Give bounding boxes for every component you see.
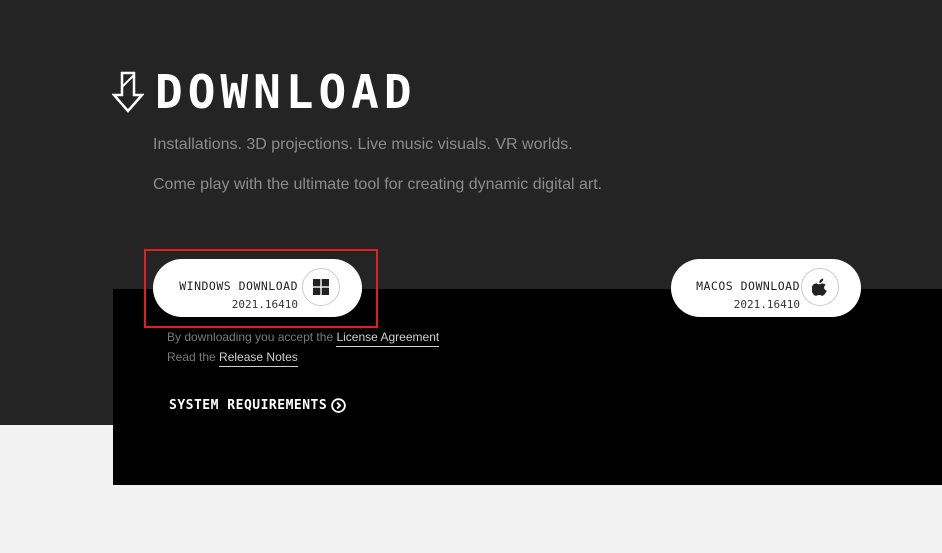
windows-download-label: WINDOWS DOWNLOAD: [179, 279, 298, 293]
download-arrow-icon: [112, 71, 144, 113]
macos-download-label: MACOS DOWNLOAD: [696, 279, 800, 293]
release-notes-notice: Read the Release Notes: [167, 350, 298, 367]
system-requirements-label: SYSTEM REQUIREMENTS: [169, 398, 328, 413]
macos-download-version: 2021.16410: [733, 298, 800, 311]
tagline-secondary: Come play with the ultimate tool for cre…: [153, 176, 603, 193]
tagline-primary: Installations. 3D projections. Live musi…: [153, 136, 573, 153]
macos-download-button[interactable]: MACOS DOWNLOAD 2021.16410: [671, 259, 861, 317]
release-notes-prefix: Read the: [167, 350, 216, 364]
system-requirements-link[interactable]: SYSTEM REQUIREMENTS: [169, 398, 347, 413]
release-notes-link[interactable]: Release Notes: [219, 350, 298, 367]
circle-arrow-right-icon: [331, 398, 347, 413]
windows-logo-icon: [302, 268, 340, 306]
license-prefix: By downloading you accept the: [167, 330, 334, 344]
windows-download-button[interactable]: WINDOWS DOWNLOAD 2021.16410: [153, 259, 362, 317]
license-notice: By downloading you accept the License Ag…: [167, 330, 440, 347]
apple-logo-icon: [801, 268, 839, 306]
download-panel: [113, 289, 942, 485]
windows-download-version: 2021.16410: [231, 298, 298, 311]
page-title: DOWNLOAD: [155, 65, 417, 119]
license-agreement-link[interactable]: License Agreement: [336, 330, 440, 347]
